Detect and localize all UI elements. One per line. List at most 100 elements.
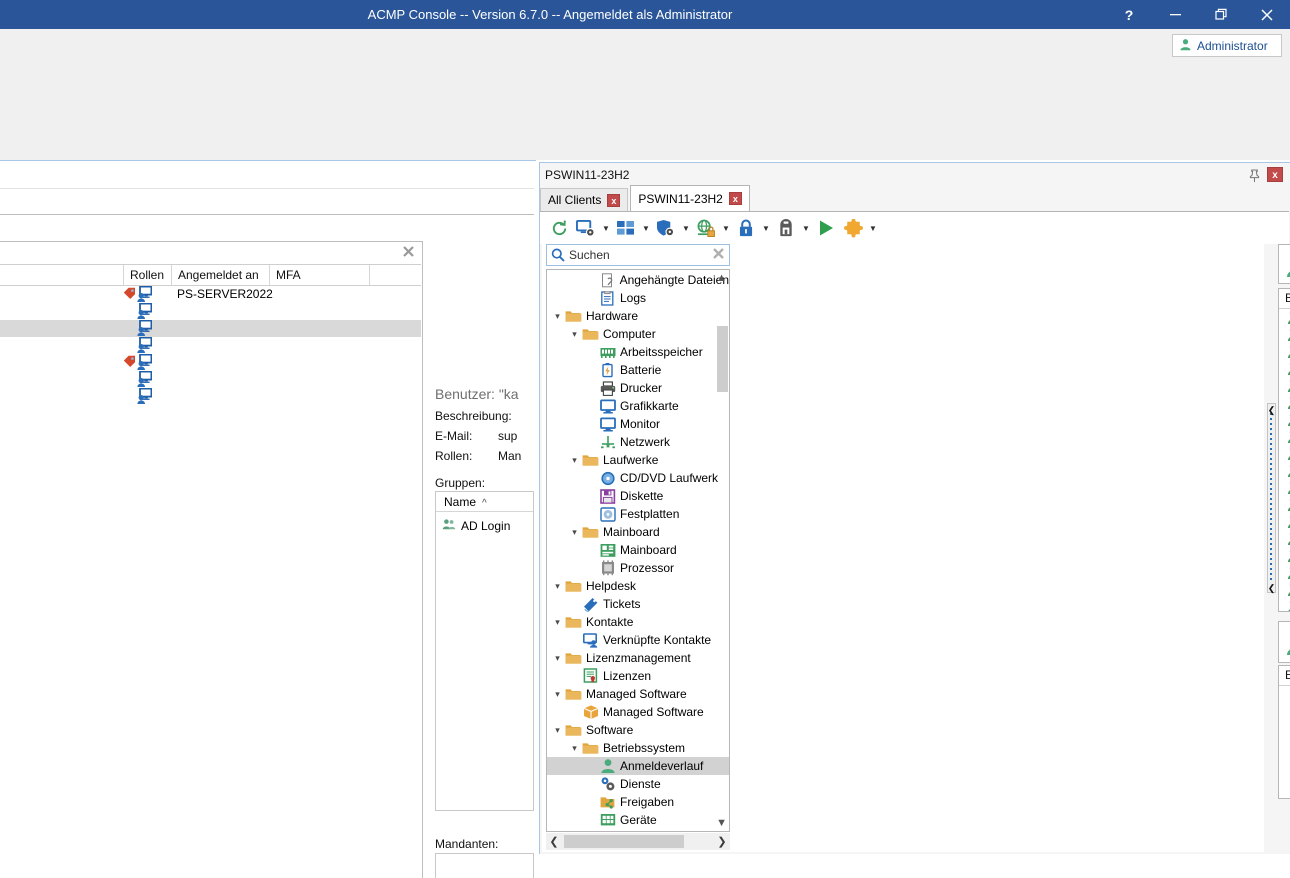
table-row[interactable]: pschwarztestdns.local09.09.2024 13:35:55	[1279, 530, 1290, 547]
panel-splitter[interactable]: ❮ ❮	[1266, 253, 1278, 833]
chevron-down-icon[interactable]: ▼	[760, 215, 772, 241]
tree-node-ger-te[interactable]: Geräte	[547, 811, 729, 829]
tree-node-lizenzen[interactable]: Lizenzen	[547, 667, 729, 685]
details-splitter[interactable]	[1278, 612, 1290, 619]
table-row[interactable]	[0, 320, 421, 337]
tree-node-tickets[interactable]: Tickets	[547, 595, 729, 613]
details-grid[interactable]: Eigenschaft Wert	[1278, 665, 1290, 799]
tree-node-verkn-pfte-kontakte[interactable]: Verknüpfte Kontakte	[547, 631, 729, 649]
clear-search-icon[interactable]	[707, 247, 729, 263]
table-row[interactable]	[0, 388, 421, 405]
column-benutzername[interactable]: Benutzername	[1279, 289, 1290, 308]
chevron-down-icon[interactable]: ▾	[551, 617, 564, 628]
tree-node-anmeldeverlauf[interactable]: Anmeldeverlauf	[547, 757, 729, 775]
tree-node-festplatten[interactable]: Festplatten	[547, 505, 729, 523]
table-row[interactable]: pschwarztestdns.local09.09.2024 13:21:04	[1279, 598, 1290, 612]
chevron-down-icon[interactable]: ▾	[551, 581, 564, 592]
tree-node-monitor[interactable]: Monitor	[547, 415, 729, 433]
network-lock-icon[interactable]	[693, 215, 719, 241]
tree-node-batterie[interactable]: Batterie	[547, 361, 729, 379]
search-input[interactable]: Suchen	[569, 248, 707, 262]
list-item[interactable]: AD Login	[442, 518, 510, 534]
run-icon[interactable]	[813, 215, 839, 241]
table-row[interactable]: pschwarztestdns.local05.11.2024 14:19:55	[1279, 343, 1290, 360]
chevron-down-icon[interactable]: ▾	[568, 743, 581, 754]
tree-node-dienste[interactable]: Dienste	[547, 775, 729, 793]
tree-scroll-thumb[interactable]	[717, 326, 728, 392]
chevron-down-icon[interactable]: ▾	[551, 689, 564, 700]
close-tab-button[interactable]: x	[607, 194, 620, 207]
tree-node-arbeitsspeicher[interactable]: Arbeitsspeicher	[547, 343, 729, 361]
users-grid-filter-row[interactable]	[0, 242, 421, 265]
chevron-down-icon[interactable]: ▾	[551, 311, 564, 322]
tree-node-logs[interactable]: Logs	[547, 289, 729, 307]
chevron-down-icon[interactable]: ▼	[600, 215, 612, 241]
chevron-down-icon[interactable]: ▾	[568, 527, 581, 538]
tree-node-betriebssystem[interactable]: ▾Betriebssystem	[547, 739, 729, 757]
chevron-down-icon[interactable]: ▼	[640, 215, 652, 241]
client-tab-1[interactable]: All Clientsx	[540, 188, 628, 211]
chevron-down-icon[interactable]: ▾	[551, 725, 564, 736]
clear-filter-icon[interactable]	[402, 245, 415, 261]
tree-node-diskette[interactable]: Diskette	[547, 487, 729, 505]
chevron-down-icon[interactable]: ▼	[720, 215, 732, 241]
table-row[interactable]: pschwarztestdns.local30.10.2024 13:28:38	[1279, 360, 1290, 377]
table-row[interactable]	[0, 371, 421, 388]
table-row[interactable]: pschwarztestdns.local20.09.2024 14:10:44	[1279, 513, 1290, 530]
tree-node-lizenzmanagement[interactable]: ▾Lizenzmanagement	[547, 649, 729, 667]
tree-node-freigaben[interactable]: Freigaben	[547, 793, 729, 811]
chevron-down-icon[interactable]: ▾	[568, 329, 581, 340]
table-row[interactable]: PS-SERVER2022	[0, 286, 421, 303]
table-row[interactable]: kaaltestdns.local05.11.2024 14:31:11	[1279, 309, 1290, 326]
chevron-down-icon[interactable]: ▼	[867, 215, 879, 241]
tree-node-netzwerk[interactable]: Netzwerk	[547, 433, 729, 451]
tree-node-mainboard[interactable]: Mainboard	[547, 541, 729, 559]
tree-scroll-up-icon[interactable]: ▲	[716, 272, 727, 284]
table-row[interactable]: pschwarztestdns.local24.10.2024 07:47:09	[1279, 394, 1290, 411]
close-button[interactable]	[1244, 0, 1290, 29]
tree-node-laufwerke[interactable]: ▾Laufwerke	[547, 451, 729, 469]
scroll-left-icon[interactable]: ❮	[546, 835, 562, 848]
tree-node-grafikkarte[interactable]: Grafikkarte	[547, 397, 729, 415]
tree-node-computer[interactable]: ▾Computer	[547, 325, 729, 343]
table-row[interactable]: pschwarztestdns.local09.09.2024 13:32:14	[1279, 564, 1290, 581]
chevron-down-icon[interactable]: ▼	[680, 215, 692, 241]
plugin-icon[interactable]	[840, 215, 866, 241]
tree-node-software[interactable]: ▾Software	[547, 721, 729, 739]
collapse-left-icon[interactable]: ❮	[1267, 405, 1276, 416]
column-rollen[interactable]: Rollen	[123, 265, 171, 285]
table-row[interactable]	[0, 337, 421, 354]
table-row[interactable]: pschwarztestdns.local09.10.2024 14:24:38	[1279, 496, 1290, 513]
client-settings-icon[interactable]	[573, 215, 599, 241]
current-user-chip[interactable]: Administrator	[1172, 34, 1282, 57]
tree-node-managed-software[interactable]: ▾Managed Software	[547, 685, 729, 703]
tree-node-hardware[interactable]: ▾Hardware	[547, 307, 729, 325]
tree-node-drucker[interactable]: Drucker	[547, 379, 729, 397]
table-row[interactable]: pschwarztestdns.local09.09.2024 13:34:17	[1279, 547, 1290, 564]
restore-button[interactable]	[1198, 0, 1244, 29]
chevron-down-icon[interactable]: ▾	[551, 653, 564, 664]
client-tab-2[interactable]: PSWIN11-23H2x	[630, 185, 749, 211]
close-tab-button[interactable]: x	[729, 192, 742, 205]
table-row[interactable]: pschwarztestdns.local09.09.2024 13:25:27	[1279, 581, 1290, 598]
scroll-right-icon[interactable]: ❯	[714, 835, 730, 848]
grid-view-icon[interactable]	[613, 215, 639, 241]
tree-node-kontakte[interactable]: ▾Kontakte	[547, 613, 729, 631]
table-row[interactable]: pschwarztestdns.local30.10.2024 08:51:24	[1279, 377, 1290, 394]
table-row[interactable]: pschwarztestdns.local22.10.2024 08:16:51	[1279, 428, 1290, 445]
feature-tree[interactable]: Angehängte DateienLogs▾Hardware▾Computer…	[546, 269, 730, 832]
tree-node-prozessor[interactable]: Prozessor	[547, 559, 729, 577]
chevron-down-icon[interactable]: ▾	[568, 455, 581, 466]
tree-node-mainboard[interactable]: ▾Mainboard	[547, 523, 729, 541]
table-row[interactable]: pschwarztestdns.local17.10.2024 11:08:44	[1279, 462, 1290, 479]
chevron-down-icon[interactable]: ▼	[800, 215, 812, 241]
collapse-left-icon-2[interactable]: ❮	[1267, 583, 1276, 594]
tree-scroll-down-icon[interactable]: ▼	[716, 817, 727, 829]
search-box[interactable]: Suchen	[546, 244, 730, 266]
lock-icon[interactable]	[733, 215, 759, 241]
help-button[interactable]: ?	[1106, 0, 1152, 29]
tree-node-helpdesk[interactable]: ▾Helpdesk	[547, 577, 729, 595]
tree-node-angeh-ngte-dateien[interactable]: Angehängte Dateien	[547, 271, 729, 289]
table-row[interactable]: pschwarztestdns.local22.10.2024 12:06:33	[1279, 411, 1290, 428]
gruppen-column-name[interactable]: Name^	[436, 492, 533, 512]
